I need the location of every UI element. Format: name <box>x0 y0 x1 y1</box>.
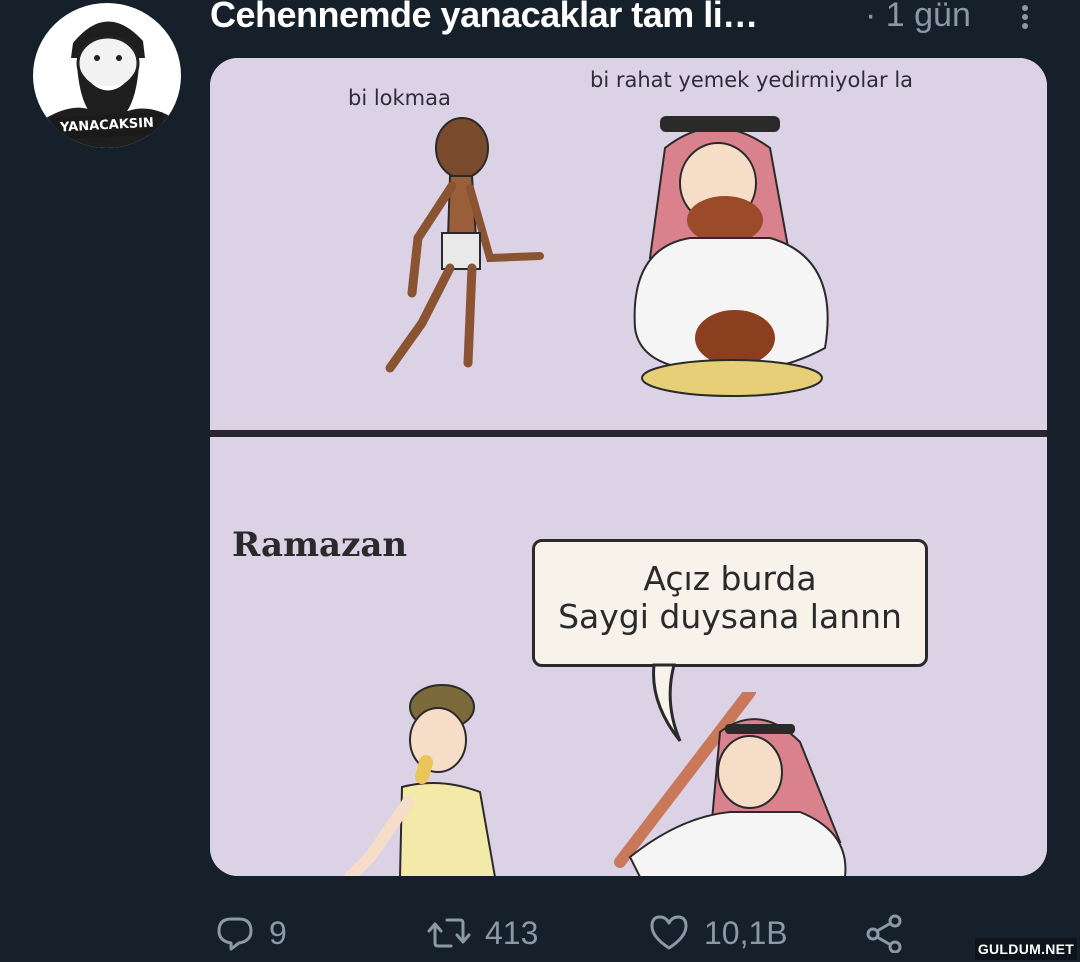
share-button[interactable] <box>863 905 919 961</box>
reply-count: 9 <box>269 914 287 951</box>
speech-bubble-line-2: Saygi duysana lannn <box>558 597 902 636</box>
like-button[interactable]: 10,1B <box>648 905 788 961</box>
author-avatar[interactable]: YANACAKSIN <box>33 3 181 148</box>
share-icon <box>866 914 902 953</box>
reply-button[interactable]: 9 <box>215 905 287 961</box>
comic-thin-man-figure <box>385 117 544 373</box>
tweet-author-name[interactable]: Cehennemde yanacaklar tam li… <box>210 0 758 36</box>
reply-icon <box>217 917 253 951</box>
comic-caption-ramazan: Ramazan <box>232 525 408 565</box>
speech-bubble-line-1: Açız burda <box>643 559 817 598</box>
comic-wealthy-man-figure <box>633 116 829 397</box>
comic-panel-divider <box>210 430 1047 437</box>
tweet-timestamp[interactable]: · 1 gün <box>865 0 971 35</box>
heart-icon <box>650 915 688 950</box>
comic-caption-rahat: bi rahat yemek yedirmiyolar la <box>590 68 914 92</box>
retweet-icon <box>427 918 471 948</box>
retweet-button[interactable]: 413 <box>427 905 538 961</box>
more-vertical-icon[interactable] <box>1010 2 1040 32</box>
comic-speech-bubble: Açız burda Saygi duysana lannn <box>532 539 928 667</box>
like-count: 10,1B <box>704 914 788 951</box>
tweet-actions-bar: 9 413 10,1B <box>215 905 915 961</box>
comic-young-man-figure <box>344 684 496 876</box>
comic-caption-lokma: bi lokmaa <box>348 86 451 110</box>
comic-panel-top: bi lokmaa bi rahat yemek yedirmiyolar la <box>210 58 1047 430</box>
site-watermark: GULDUM.NET <box>975 938 1077 960</box>
retweet-count: 413 <box>485 914 539 951</box>
tweet-media-image[interactable]: bi lokmaa bi rahat yemek yedirmiyolar la… <box>210 58 1047 876</box>
comic-panel-bottom: Ramazan Açız burda Saygi duysana lannn <box>210 437 1047 876</box>
comic-angry-man-with-bat-figure <box>614 692 847 876</box>
tweet-header: Cehennemde yanacaklar tam li… · 1 gün <box>210 0 1040 44</box>
